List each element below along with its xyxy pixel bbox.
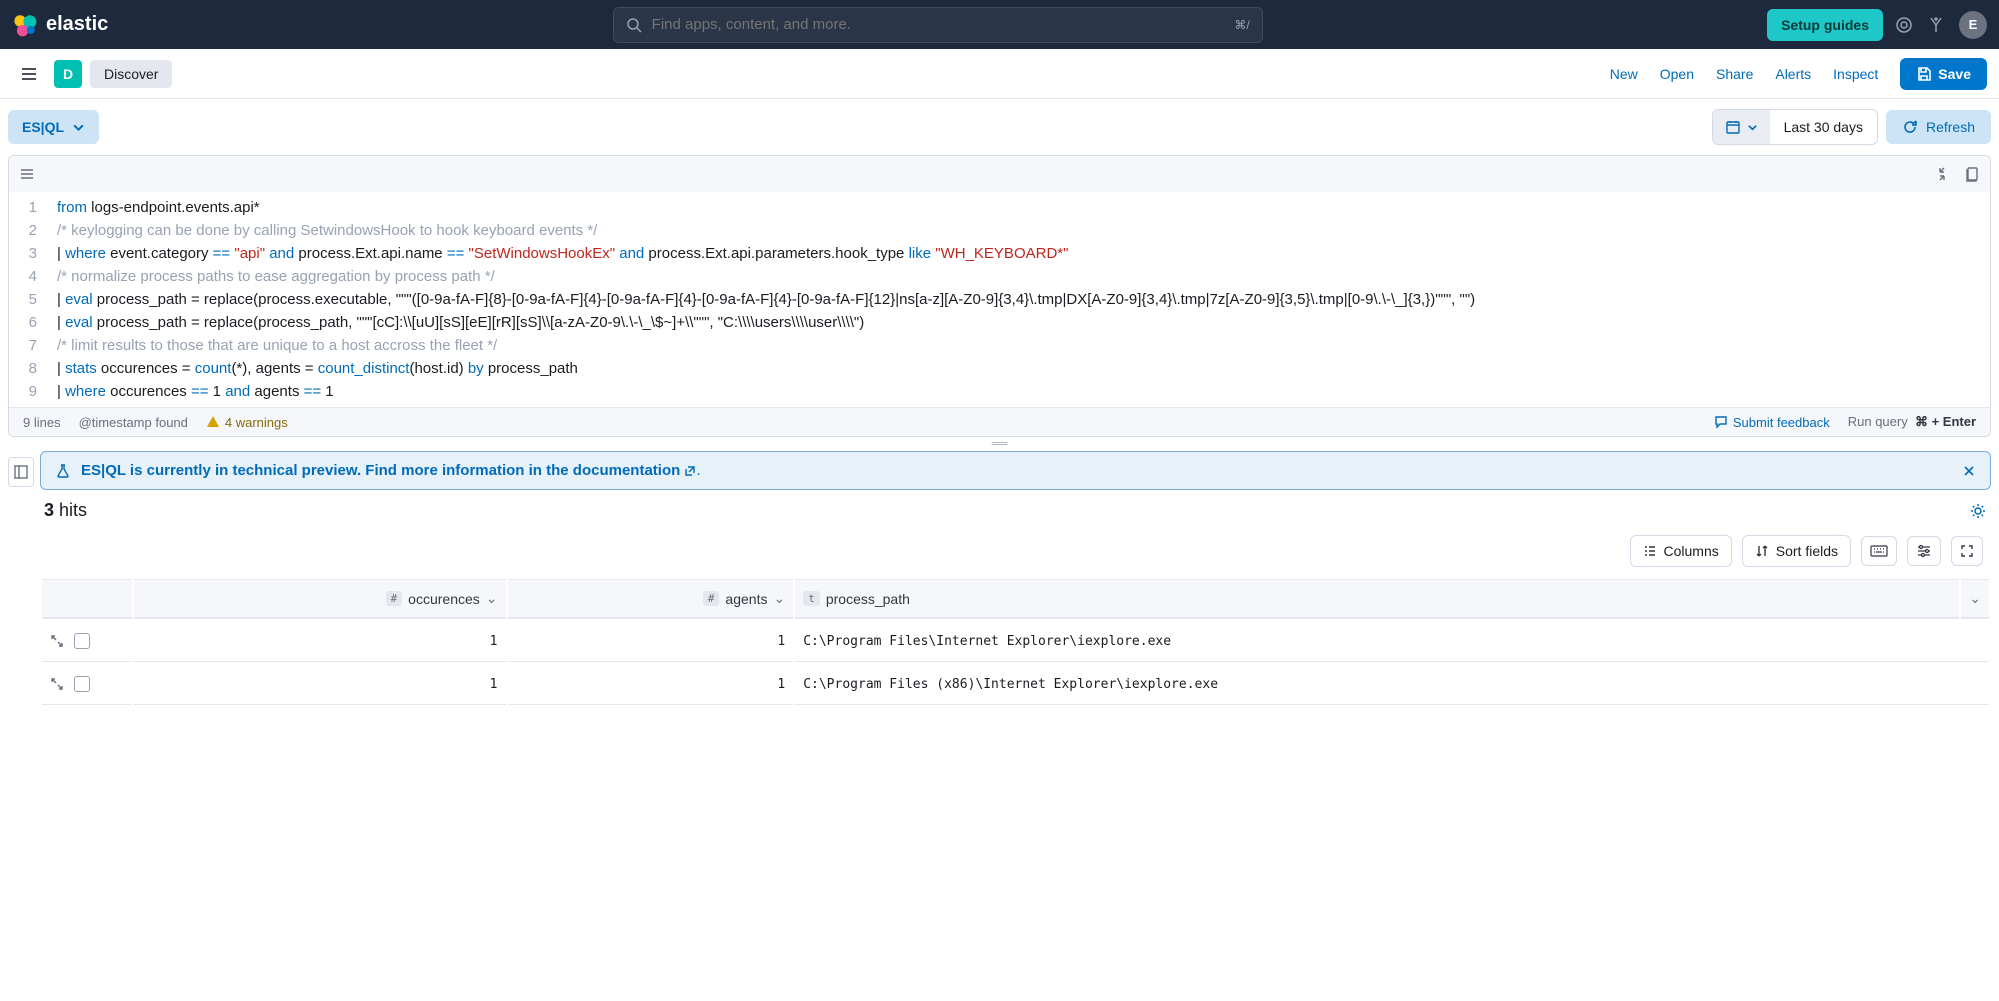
refresh-icon: [1902, 119, 1918, 135]
banner-text[interactable]: ES|QL is currently in technical preview.…: [81, 462, 680, 479]
submit-feedback-link[interactable]: Submit feedback: [1714, 415, 1830, 430]
chevron-down-icon: ⌄: [773, 590, 785, 607]
results-table: # occurences ⌄ # agents ⌄: [40, 577, 1991, 707]
hits-count: 3 hits: [44, 500, 87, 521]
code-editor[interactable]: from logs-endpoint.events.api* /* keylog…: [47, 192, 1990, 407]
app-name-chip[interactable]: Discover: [90, 60, 172, 88]
date-range-label: Last 30 days: [1770, 110, 1877, 144]
chevron-down-icon[interactable]: ⌄: [1969, 590, 1981, 607]
banner-close-button[interactable]: [1962, 464, 1976, 478]
save-button[interactable]: Save: [1900, 58, 1987, 90]
keyboard-icon-button[interactable]: [1861, 536, 1897, 566]
docs-icon[interactable]: [1964, 166, 1980, 182]
global-search-input[interactable]: [652, 16, 1225, 33]
new-button[interactable]: New: [1610, 66, 1638, 82]
preview-banner: ES|QL is currently in technical preview.…: [40, 451, 1991, 490]
global-search[interactable]: ⌘/: [613, 7, 1263, 43]
column-header-occurences[interactable]: # occurences ⌄: [142, 590, 498, 607]
save-icon: [1916, 66, 1932, 82]
resize-handle[interactable]: ══: [0, 437, 1999, 451]
table-row[interactable]: 1 1 C:\Program Files\Internet Explorer\i…: [42, 621, 1989, 662]
row-checkbox[interactable]: [74, 676, 90, 692]
brand-logo[interactable]: elastic: [12, 12, 108, 38]
expand-icon[interactable]: [50, 677, 64, 691]
timestamp-status: @timestamp found: [79, 415, 188, 430]
alerts-button[interactable]: Alerts: [1775, 66, 1811, 82]
app-badge: D: [54, 60, 82, 88]
chevron-down-icon: [72, 121, 85, 134]
warnings-badge[interactable]: 4 warnings: [206, 415, 288, 430]
row-checkbox[interactable]: [74, 633, 90, 649]
inspect-button[interactable]: Inspect: [1833, 66, 1878, 82]
external-link-icon: [684, 465, 696, 477]
elastic-logo-icon: [12, 12, 38, 38]
editor-menu-icon[interactable]: [19, 166, 35, 182]
help-icon[interactable]: [1927, 16, 1945, 34]
table-row[interactable]: 1 1 C:\Program Files (x86)\Internet Expl…: [42, 664, 1989, 705]
number-type-icon: #: [386, 591, 403, 606]
date-picker[interactable]: Last 30 days: [1712, 109, 1878, 145]
sort-icon: [1755, 544, 1769, 558]
beaker-icon: [55, 463, 71, 479]
close-icon: [1962, 464, 1976, 478]
refresh-button[interactable]: Refresh: [1886, 110, 1991, 144]
sort-fields-button[interactable]: Sort fields: [1742, 535, 1851, 567]
column-header-agents[interactable]: # agents ⌄: [516, 590, 786, 607]
newsfeed-icon[interactable]: [1895, 16, 1913, 34]
column-header-process-path[interactable]: t process_path: [803, 591, 1951, 607]
chevron-down-icon: [1747, 122, 1758, 133]
warning-icon: [206, 415, 220, 429]
setup-guides-button[interactable]: Setup guides: [1767, 9, 1883, 41]
run-query-hint: Run query ⌘ + Enter: [1848, 414, 1976, 430]
brand-name: elastic: [46, 13, 108, 36]
expand-icon[interactable]: [50, 634, 64, 648]
line-gutter: 123456789: [9, 192, 47, 407]
chat-icon: [1714, 415, 1728, 429]
text-type-icon: t: [803, 591, 820, 606]
nav-menu-button[interactable]: [12, 57, 46, 91]
search-kbd-hint: ⌘/: [1234, 18, 1249, 32]
share-button[interactable]: Share: [1716, 66, 1753, 82]
calendar-icon: [1725, 119, 1741, 135]
user-avatar[interactable]: E: [1959, 11, 1987, 39]
number-type-icon: #: [703, 591, 720, 606]
search-icon: [626, 17, 642, 33]
fullscreen-button[interactable]: [1951, 536, 1983, 566]
collapse-icon[interactable]: [1934, 166, 1950, 182]
list-icon: [1643, 544, 1657, 558]
esql-mode-button[interactable]: ES|QL: [8, 110, 99, 144]
open-button[interactable]: Open: [1660, 66, 1694, 82]
line-count: 9 lines: [23, 415, 61, 430]
display-options-button[interactable]: [1907, 536, 1941, 566]
columns-button[interactable]: Columns: [1630, 535, 1732, 567]
chevron-down-icon: ⌄: [486, 590, 498, 607]
fields-sidebar-toggle[interactable]: [8, 457, 34, 487]
table-settings-icon[interactable]: [1969, 502, 1987, 520]
